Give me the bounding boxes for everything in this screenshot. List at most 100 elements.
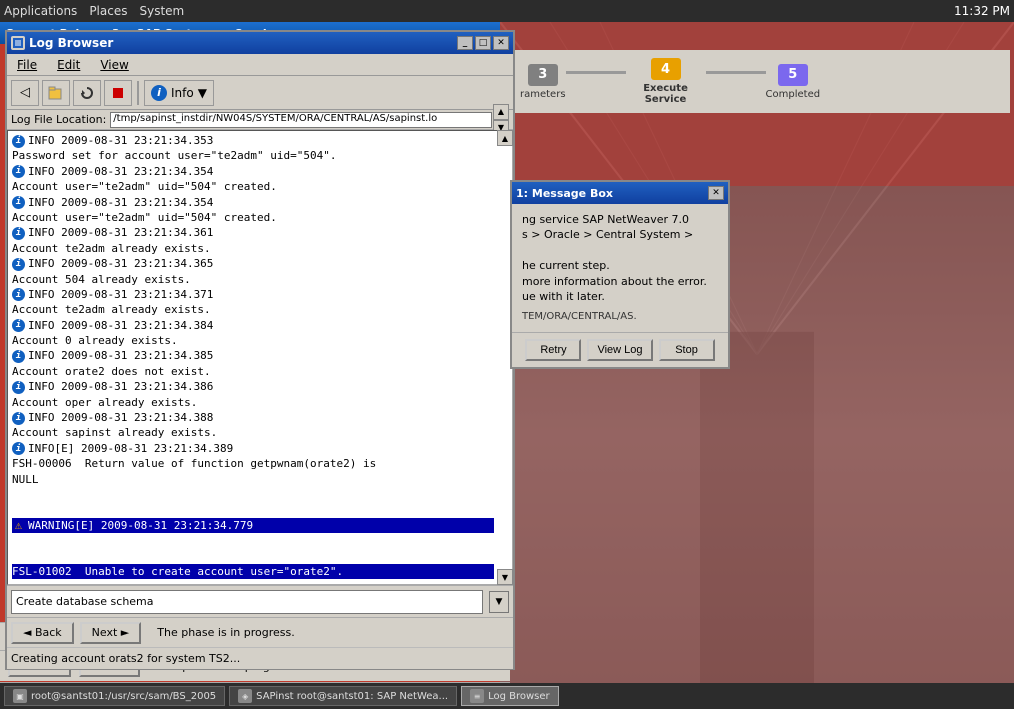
info-icon-10: i [12, 412, 25, 425]
system-clock: 11:32 PM [954, 4, 1010, 18]
msg-line-6: ue with it later. [522, 289, 718, 304]
log-browser-toolbar: ◁ i Info ▼ [7, 76, 513, 110]
log-browser-controls: _ □ ✕ [457, 36, 509, 50]
log-line: iINFO 2009-08-31 23:21:34.354 [12, 164, 494, 179]
taskbar-item-sapinst[interactable]: ◈ SAPinst root@santst01: SAP NetWea... [229, 686, 457, 706]
log-browser-window: Log Browser _ □ ✕ File Edit View ◁ i Inf… [5, 30, 515, 670]
tb-stop-btn[interactable] [104, 80, 132, 106]
taskbar-sapinst-label: SAPinst root@santst01: SAP NetWea... [256, 691, 448, 702]
progress-steps: 3 rameters 4 Execute Service 5 Completed [510, 50, 1010, 113]
schema-dropdown[interactable]: Create database schema [11, 590, 483, 614]
log-line: iINFO 2009-08-31 23:21:34.353 [12, 133, 494, 148]
message-box-title: 1: Message Box [516, 187, 613, 200]
log-bottom-controls: Create database schema ▼ [7, 585, 513, 617]
info-icon-4: i [12, 227, 25, 240]
log-line: iINFO 2009-08-31 23:21:34.385 [12, 348, 494, 363]
step-3-label: rameters [520, 89, 566, 100]
log-line: Account user="te2adm" uid="504" created. [12, 179, 494, 194]
step-5-label: Completed [766, 89, 821, 100]
taskbar-item-logbrowser[interactable]: ≡ Log Browser [461, 686, 559, 706]
message-box-titlebar: 1: Message Box ✕ [512, 182, 728, 204]
tb-separator [137, 81, 139, 105]
taskbar: ▣ root@santst01:/usr/src/sam/BS_2005 ◈ S… [0, 683, 1014, 709]
log-line: Account te2adm already exists. [12, 302, 494, 317]
message-box-close-btn[interactable]: ✕ [708, 186, 724, 200]
log-line: iINFO 2009-08-31 23:21:34.354 [12, 195, 494, 210]
message-box-dialog: 1: Message Box ✕ ng service SAP NetWeave… [510, 180, 730, 369]
log-scroll-down[interactable]: ▼ [497, 569, 513, 585]
message-box-content: ng service SAP NetWeaver 7.0 s > Oracle … [512, 204, 728, 332]
tb-dropdown-arrow: ▼ [198, 86, 207, 100]
log-line: iINFO 2009-08-31 23:21:34.384 [12, 318, 494, 333]
log-file-location-bar: Log File Location: /tmp/sapinst_instdir/… [7, 110, 513, 130]
log-browser-title: Log Browser [29, 36, 113, 50]
info-icon-9: i [12, 381, 25, 394]
taskbar-sapinst-icon: ◈ [238, 689, 252, 703]
log-line: Account sapinst already exists. [12, 425, 494, 440]
log-line: iINFO 2009-08-31 23:21:34.386 [12, 379, 494, 394]
log-browser-titlebar: Log Browser _ □ ✕ [7, 32, 513, 54]
log-line-warning: ⚠WARNING[E] 2009-08-31 23:21:34.779 FSL-… [12, 487, 494, 585]
creating-account-status: Creating account orats2 for system TS2..… [7, 647, 513, 669]
taskbar-item-terminal[interactable]: ▣ root@santst01:/usr/src/sam/BS_2005 [4, 686, 225, 706]
schema-dropdown-arrow[interactable]: ▼ [489, 591, 509, 613]
log-line: iINFO 2009-08-31 23:21:34.361 [12, 225, 494, 240]
msg-line-4: he current step. [522, 258, 718, 273]
log-content[interactable]: iINFO 2009-08-31 23:21:34.353 Password s… [7, 130, 513, 585]
info-icon-5: i [12, 258, 25, 271]
menu-edit[interactable]: Edit [51, 56, 86, 74]
warning-icon-1: ⚠ [12, 519, 25, 532]
step-5-circle: 5 [778, 64, 808, 86]
info-icon-1: i [12, 135, 25, 148]
log-maximize-btn[interactable]: □ [475, 36, 491, 50]
step-connector-4-5 [706, 71, 766, 74]
message-box-buttons: Retry View Log Stop [512, 332, 728, 367]
step-4-label: Execute Service [626, 83, 706, 105]
stop-button[interactable]: Stop [659, 339, 715, 361]
log-scroll-up[interactable]: ▲ [497, 130, 513, 146]
step-3-circle: 3 [528, 64, 558, 86]
step-4: 4 Execute Service [626, 58, 706, 105]
step-4-circle: 4 [651, 58, 681, 80]
log-line: iINFO 2009-08-31 23:21:34.371 [12, 287, 494, 302]
taskbar-places[interactable]: Places [89, 4, 127, 18]
message-box-path: TEM/ORA/CENTRAL/AS. [522, 310, 718, 324]
tb-reload-btn[interactable] [73, 80, 101, 106]
taskbar-apps[interactable]: Applications [4, 4, 77, 18]
log-line: FSH-00006 Return value of function getpw… [12, 456, 494, 487]
msg-line-2: s > Oracle > Central System > [522, 227, 718, 242]
log-line: Account 0 already exists. [12, 333, 494, 348]
step-3: 3 rameters [520, 64, 566, 100]
log-content-container: iINFO 2009-08-31 23:21:34.353 Password s… [7, 130, 513, 585]
tb-back-btn[interactable]: ◁ [11, 80, 39, 106]
info-icon-7: i [12, 319, 25, 332]
menu-view[interactable]: View [94, 56, 134, 74]
tb-info-dropdown[interactable]: i Info ▼ [144, 80, 214, 106]
log-line: iINFO 2009-08-31 23:21:34.365 [12, 256, 494, 271]
phase-status-text: The phase is in progress. [157, 626, 294, 639]
system-bar-left: Applications Places System [4, 4, 184, 18]
log-line: iINFO 2009-08-31 23:21:34.388 [12, 410, 494, 425]
step-5: 5 Completed [766, 64, 821, 100]
info-icon-3: i [12, 196, 25, 209]
step-connector-3-4 [566, 71, 626, 74]
schema-dropdown-value: Create database schema [16, 595, 154, 608]
location-input[interactable]: /tmp/sapinst_instdir/NW04S/SYSTEM/ORA/CE… [110, 112, 492, 128]
log-browser-icon [11, 36, 25, 50]
info-icon-8: i [12, 350, 25, 363]
location-label: Log File Location: [11, 113, 106, 126]
log-line: Account user="te2adm" uid="504" created. [12, 210, 494, 225]
log-back-button[interactable]: ◄ Back [11, 622, 74, 644]
tb-open-btn[interactable] [42, 80, 70, 106]
log-close-btn[interactable]: ✕ [493, 36, 509, 50]
log-next-button[interactable]: Next ► [80, 622, 142, 644]
system-bar: Applications Places System 11:32 PM [0, 0, 1014, 22]
taskbar-system[interactable]: System [139, 4, 184, 18]
log-line: Account 504 already exists. [12, 272, 494, 287]
location-up-arrow[interactable]: ▲ [493, 104, 509, 120]
menu-file[interactable]: File [11, 56, 43, 74]
log-minimize-btn[interactable]: _ [457, 36, 473, 50]
view-log-button[interactable]: View Log [587, 339, 652, 361]
retry-button[interactable]: Retry [525, 339, 581, 361]
info-icon-2: i [12, 165, 25, 178]
